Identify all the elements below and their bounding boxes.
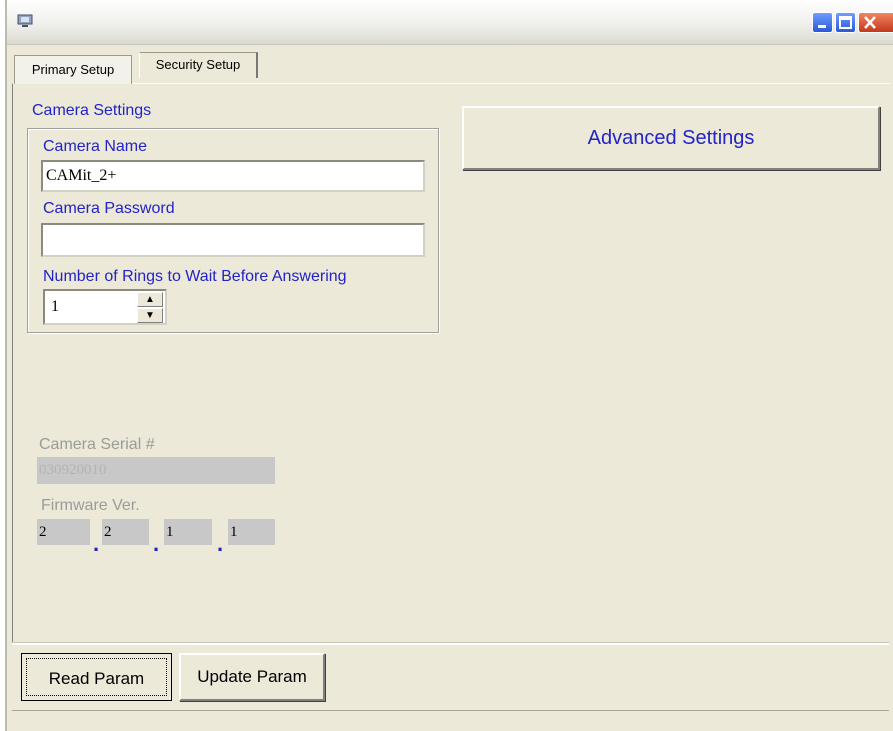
rings-stepper[interactable]: 1 ▲ ▼ (43, 289, 167, 325)
minimize-icon (818, 25, 826, 28)
camera-serial-field: 030920010 (37, 457, 275, 484)
advanced-settings-button[interactable]: Advanced Settings (462, 106, 880, 170)
update-param-button[interactable]: Update Param (179, 653, 325, 701)
camera-password-input[interactable] (41, 223, 425, 257)
firmware-major-field: 2 (37, 519, 90, 545)
tab-primary-setup[interactable]: Primary Setup (14, 55, 132, 84)
camera-app-icon (17, 14, 33, 27)
title-bar[interactable] (7, 0, 893, 45)
read-param-label: Read Param (48, 669, 145, 688)
camera-password-label: Camera Password (43, 200, 175, 217)
firmware-build-field: 1 (164, 519, 212, 545)
camera-name-label: Camera Name (43, 138, 148, 155)
minimize-button[interactable] (812, 12, 833, 33)
firmware-minor-field: 2 (102, 519, 149, 545)
tab-primary-setup-label: Primary Setup (31, 62, 115, 77)
focus-rectangle: Read Param (26, 658, 167, 696)
firmware-label: Firmware Ver. (41, 497, 140, 514)
close-button[interactable] (858, 12, 893, 33)
firmware-separator: . (217, 531, 224, 556)
spin-down-button[interactable]: ▼ (137, 308, 163, 323)
tab-security-setup[interactable]: Security Setup (139, 52, 258, 78)
firmware-revision-field: 1 (228, 519, 275, 545)
close-icon (864, 16, 876, 29)
firmware-separator: . (153, 531, 160, 556)
camera-serial-label: Camera Serial # (39, 436, 155, 453)
arrow-down-icon: ▼ (145, 310, 155, 321)
status-bar (12, 710, 889, 711)
rings-value: 1 (51, 298, 59, 315)
panel-divider (12, 642, 889, 645)
firmware-separator: . (93, 531, 100, 556)
arrow-up-icon: ▲ (145, 294, 155, 305)
spin-up-button[interactable]: ▲ (137, 292, 163, 307)
rings-label: Number of Rings to Wait Before Answering (43, 268, 347, 285)
app-window: Security Setup Primary Setup Camera Sett… (5, 0, 893, 731)
camera-settings-title: Camera Settings (32, 102, 152, 119)
maximize-icon (839, 16, 852, 29)
maximize-button[interactable] (835, 12, 856, 33)
tab-security-setup-label: Security Setup (155, 57, 241, 72)
camera-name-input[interactable]: CAMit_2+ (41, 160, 425, 192)
read-param-button[interactable]: Read Param (21, 653, 172, 701)
